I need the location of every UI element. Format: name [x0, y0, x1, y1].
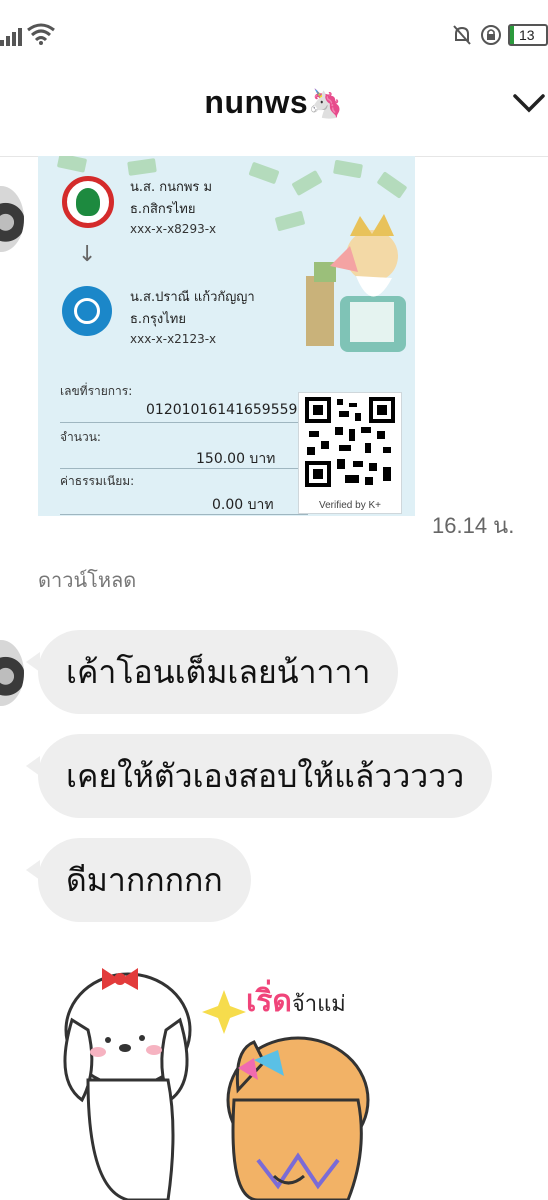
money-decoration — [332, 159, 364, 179]
receiver-bank: ธ.กรุงไทย — [130, 312, 186, 327]
kasikorn-bank-logo — [62, 176, 114, 228]
money-decoration — [376, 171, 408, 199]
divider — [60, 468, 308, 469]
wifi-icon — [27, 23, 55, 45]
status-bar: 13 — [0, 0, 548, 72]
divider — [60, 514, 308, 515]
fee-value: 0.00 บาท — [212, 497, 274, 513]
message-timestamp: 16.14 น. — [432, 513, 515, 538]
chat-title[interactable]: nunws🦄 — [0, 84, 548, 121]
chat-title-text: nunws — [204, 84, 309, 120]
receiver-name: น.ส.ปราณี แก้วกัญญา — [130, 290, 255, 305]
amount-value: 150.00 บาท — [196, 451, 276, 467]
sticker-caption: เริ่ดจ้าแม่ — [246, 978, 346, 1025]
signal-icon — [0, 28, 22, 46]
sender-name: น.ส. กนกพร ม — [130, 180, 213, 195]
download-link[interactable]: ดาวน์โหลด — [38, 564, 136, 596]
transfer-slip-image[interactable]: น.ส. กนกพร ม ธ.กสิกรไทย xxx-x-x8293-x ↓ … — [38, 156, 415, 516]
chat-header: nunws🦄 — [0, 72, 548, 157]
fee-label: ค่าธรรมเนียม: — [60, 474, 135, 488]
avatar[interactable] — [0, 186, 24, 252]
unicorn-emoji: 🦄 — [308, 88, 344, 119]
notifications-muted-icon — [453, 25, 471, 45]
money-decoration — [291, 169, 323, 197]
message-bubble[interactable]: ดีมากกกกก — [26, 838, 251, 922]
sticker-caption-highlight: เริ่ด — [246, 984, 292, 1019]
chevron-down-icon[interactable] — [512, 90, 546, 116]
battery-level: 13 — [519, 27, 535, 43]
sender-account: xxx-x-x8293-x — [130, 222, 217, 236]
receiver-account: xxx-x-x2123-x — [130, 332, 217, 346]
sticker-caption-rest: จ้าแม่ — [291, 992, 346, 1017]
message-text: เค้าโอนเต็มเลยน้าาาา — [66, 652, 371, 691]
money-decoration — [127, 158, 157, 176]
avatar[interactable] — [0, 640, 24, 706]
arrow-down-icon: ↓ — [78, 242, 97, 267]
battery-indicator: 13 — [508, 24, 548, 46]
money-decoration — [248, 161, 280, 185]
money-decoration — [56, 156, 88, 173]
qr-code: Verified by K+ — [298, 392, 402, 514]
lock-rotation-icon — [481, 25, 501, 45]
ref-label: เลขที่รายการ: — [60, 384, 133, 398]
character-illustration — [306, 214, 406, 352]
krungthai-bank-logo — [62, 286, 112, 336]
message-text: เคยให้ตัวเองสอบให้แล้ววววว — [66, 756, 465, 795]
divider — [60, 422, 308, 423]
qr-caption: Verified by K+ — [319, 500, 381, 511]
message-bubble[interactable]: เค้าโอนเต็มเลยน้าาาา — [25, 630, 399, 714]
qr-code-pattern — [305, 397, 395, 487]
sender-bank: ธ.กสิกรไทย — [130, 202, 196, 217]
message-text: ดีมากกกกก — [66, 860, 223, 899]
amount-label: จำนวน: — [60, 430, 101, 444]
ref-value: 012010161416595591 — [146, 402, 307, 418]
message-bubble[interactable]: เคยให้ตัวเองสอบให้แล้ววววว — [25, 734, 493, 818]
